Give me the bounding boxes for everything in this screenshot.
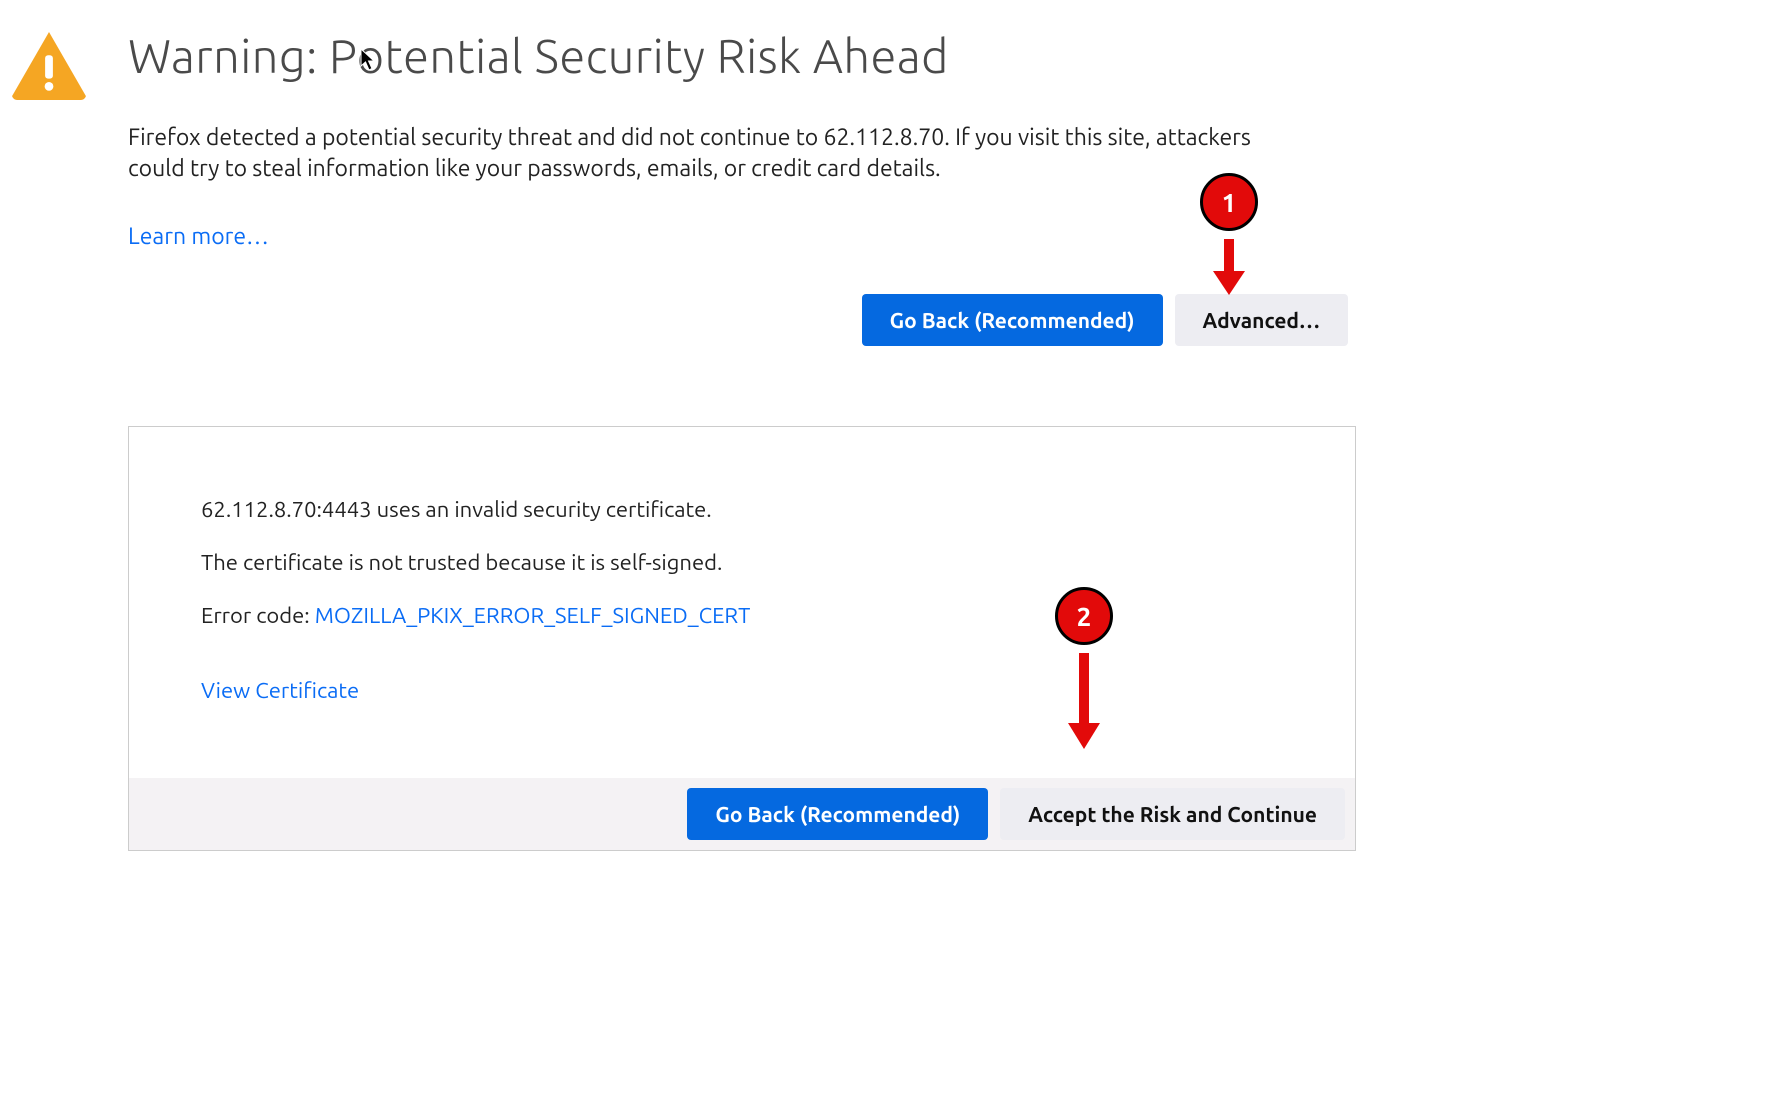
page-title: Warning: Potential Security Risk Ahead bbox=[128, 30, 1358, 82]
error-code-row: Error code: MOZILLA_PKIX_ERROR_SELF_SIGN… bbox=[201, 603, 1283, 628]
accept-risk-button[interactable]: Accept the Risk and Continue bbox=[1000, 788, 1345, 840]
go-back-button-2[interactable]: Go Back (Recommended) bbox=[687, 788, 988, 840]
go-back-button[interactable]: Go Back (Recommended) bbox=[862, 294, 1163, 346]
not-trusted-text: The certificate is not trusted because i… bbox=[201, 550, 1283, 575]
security-description: Firefox detected a potential security th… bbox=[128, 122, 1298, 184]
error-code-prefix: Error code: bbox=[201, 603, 315, 628]
advanced-button-row: Go Back (Recommended) Accept the Risk an… bbox=[129, 778, 1355, 850]
learn-more-link[interactable]: Learn more… bbox=[128, 224, 269, 249]
view-certificate-link[interactable]: View Certificate bbox=[201, 678, 359, 703]
warning-icon bbox=[10, 30, 88, 104]
error-code-link[interactable]: MOZILLA_PKIX_ERROR_SELF_SIGNED_CERT bbox=[315, 603, 751, 628]
advanced-panel: 62.112.8.70:4443 uses an invalid securit… bbox=[128, 426, 1356, 851]
invalid-cert-text: 62.112.8.70:4443 uses an invalid securit… bbox=[201, 497, 1283, 522]
top-button-row: Go Back (Recommended) Advanced… bbox=[128, 294, 1348, 346]
advanced-button[interactable]: Advanced… bbox=[1175, 294, 1348, 346]
